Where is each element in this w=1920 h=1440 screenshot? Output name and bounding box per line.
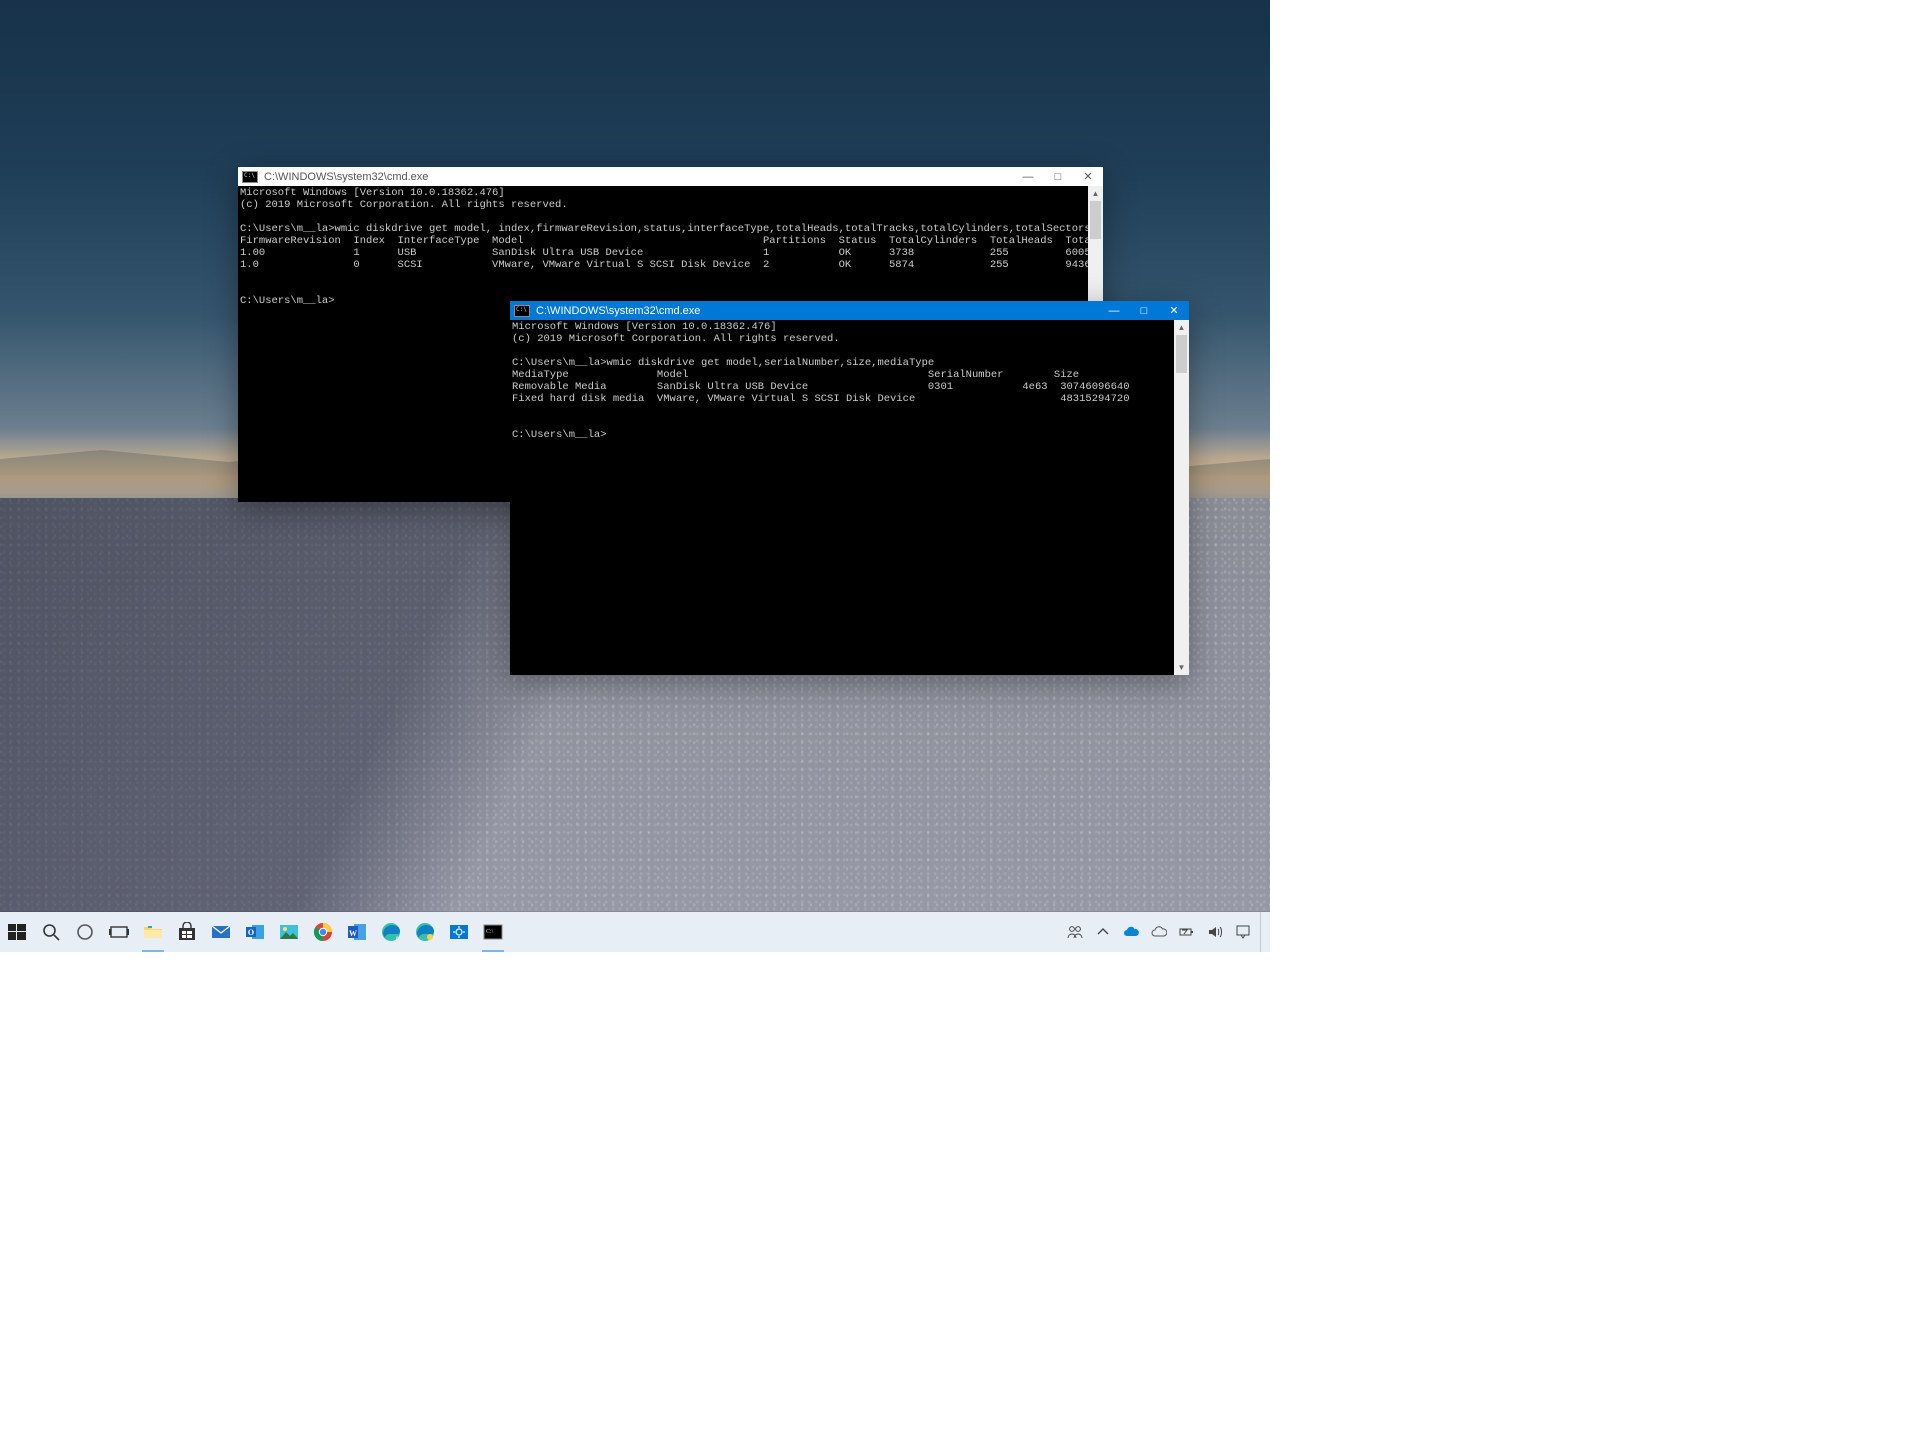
taskview-icon (109, 922, 129, 942)
word-icon: W (347, 922, 367, 942)
svg-text:W: W (349, 929, 357, 938)
taskbar-right (1064, 912, 1270, 952)
cmd-taskbar-button[interactable]: C:\ (476, 912, 510, 952)
cloud-icon (1123, 924, 1139, 940)
chrome-icon (313, 922, 333, 942)
settings-button[interactable] (442, 912, 476, 952)
chrome-button[interactable] (306, 912, 340, 952)
taskbar: O W β C:\ (0, 912, 1270, 952)
scroll-up-icon[interactable]: ▲ (1174, 320, 1189, 335)
store-icon (177, 922, 197, 942)
edge-icon (415, 922, 435, 942)
cmd-icon (242, 171, 258, 183)
search-icon (41, 922, 61, 942)
notification-icon (1235, 924, 1251, 940)
scroll-thumb[interactable] (1090, 201, 1101, 239)
svg-text:O: O (248, 928, 254, 937)
window-title-back: C:\WINDOWS\system32\cmd.exe (264, 171, 428, 183)
weather-tray[interactable] (1148, 912, 1170, 952)
titlebar-front[interactable]: C:\WINDOWS\system32\cmd.exe — □ ✕ (510, 301, 1189, 320)
notifications-tray[interactable] (1232, 912, 1254, 952)
cmd-icon: C:\ (483, 922, 503, 942)
speaker-icon (1207, 924, 1223, 940)
maximize-button[interactable]: □ (1043, 167, 1073, 186)
people-button[interactable] (1064, 912, 1086, 952)
mail-icon (211, 922, 231, 942)
volume-tray[interactable] (1204, 912, 1226, 952)
chevron-up-icon (1095, 924, 1111, 940)
outlook-button[interactable]: O (238, 912, 272, 952)
taskview-button[interactable] (102, 912, 136, 952)
edge-icon: β (381, 922, 401, 942)
maximize-button[interactable]: □ (1129, 301, 1159, 320)
onedrive-tray[interactable] (1120, 912, 1142, 952)
show-desktop-button[interactable] (1260, 912, 1266, 952)
scroll-thumb[interactable] (1176, 335, 1187, 373)
terminal-output-front[interactable]: Microsoft Windows [Version 10.0.18362.47… (510, 320, 1189, 441)
cmd-window-front[interactable]: C:\WINDOWS\system32\cmd.exe — □ ✕ Micros… (510, 301, 1189, 675)
edge-canary-button[interactable] (408, 912, 442, 952)
close-button[interactable]: ✕ (1159, 301, 1189, 320)
file-explorer-button[interactable] (136, 912, 170, 952)
folder-icon (143, 922, 163, 942)
scroll-up-icon[interactable]: ▲ (1088, 186, 1103, 201)
svg-text:C:\: C:\ (486, 929, 494, 935)
photos-icon (279, 922, 299, 942)
terminal-output-back[interactable]: Microsoft Windows [Version 10.0.18362.47… (238, 186, 1103, 307)
window-title-front: C:\WINDOWS\system32\cmd.exe (536, 305, 700, 317)
cmd-icon (514, 305, 530, 317)
outlook-icon: O (245, 922, 265, 942)
power-tray[interactable] (1176, 912, 1198, 952)
close-button[interactable]: ✕ (1073, 167, 1103, 186)
svg-text:β: β (396, 937, 399, 942)
store-button[interactable] (170, 912, 204, 952)
settings-icon (449, 922, 469, 942)
start-button[interactable] (0, 912, 34, 952)
taskbar-left: O W β C:\ (0, 912, 510, 952)
edge-beta-button[interactable]: β (374, 912, 408, 952)
cortana-icon (75, 922, 95, 942)
mail-button[interactable] (204, 912, 238, 952)
minimize-button[interactable]: — (1013, 167, 1043, 186)
desktop: C:\WINDOWS\system32\cmd.exe — □ ✕ Micros… (0, 0, 1270, 952)
battery-icon (1179, 924, 1195, 940)
cortana-button[interactable] (68, 912, 102, 952)
cloud-icon (1151, 924, 1167, 940)
search-button[interactable] (34, 912, 68, 952)
scroll-down-icon[interactable]: ▼ (1174, 660, 1189, 675)
people-icon (1067, 924, 1083, 940)
scroll-track[interactable] (1174, 335, 1189, 660)
word-button[interactable]: W (340, 912, 374, 952)
windows-icon (7, 922, 27, 942)
scrollbar-front[interactable]: ▲ ▼ (1174, 320, 1189, 675)
minimize-button[interactable]: — (1099, 301, 1129, 320)
titlebar-back[interactable]: C:\WINDOWS\system32\cmd.exe — □ ✕ (238, 167, 1103, 186)
tray-chevron[interactable] (1092, 912, 1114, 952)
photos-button[interactable] (272, 912, 306, 952)
